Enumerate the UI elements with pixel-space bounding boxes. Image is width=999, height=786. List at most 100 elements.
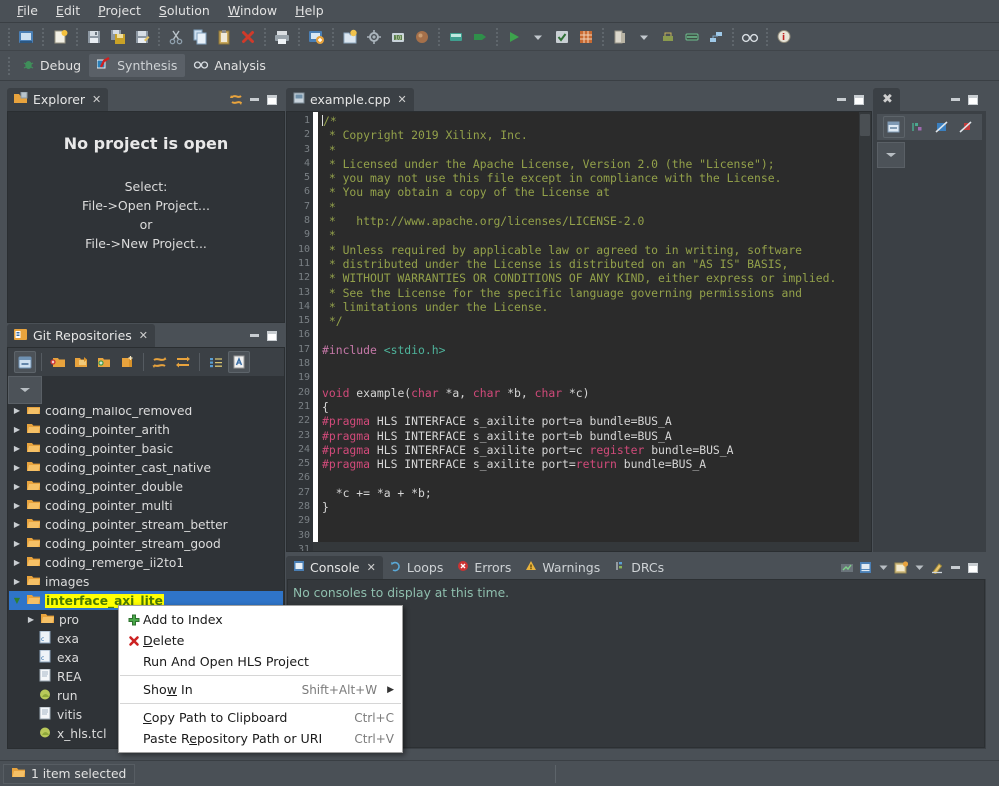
expand-arrow-icon[interactable]: ▶: [11, 520, 23, 529]
code-line[interactable]: * See the License for the specific langu…: [322, 286, 871, 300]
code-line[interactable]: * limitations under the License.: [322, 300, 871, 314]
tree-item[interactable]: ▶ coding_pointer_stream_good: [9, 534, 283, 553]
open-console-dropdown-icon[interactable]: [911, 560, 927, 576]
open-project-icon[interactable]: [15, 26, 37, 48]
save-icon[interactable]: [83, 26, 105, 48]
code-line[interactable]: [322, 514, 871, 528]
switch-to-staging-icon[interactable]: [228, 351, 250, 373]
perspective-dropdown-icon[interactable]: [633, 26, 655, 48]
close-icon[interactable]: ✕: [367, 561, 376, 574]
maximize-icon[interactable]: [965, 560, 981, 576]
code-editor[interactable]: 1234567891011121314151617181920212223242…: [287, 112, 871, 551]
paste-icon[interactable]: [213, 26, 235, 48]
outline-filter-icon[interactable]: [907, 116, 929, 138]
view-menu-icon[interactable]: [877, 142, 905, 168]
info-icon[interactable]: i: [773, 26, 795, 48]
menu-solution[interactable]: Solution: [150, 1, 219, 21]
delete-icon[interactable]: [237, 26, 259, 48]
tab-explorer[interactable]: Explorer ✕: [7, 88, 108, 111]
code-line[interactable]: #pragma HLS INTERFACE s_axilite port=c r…: [322, 443, 871, 457]
link-with-selection-icon[interactable]: [205, 351, 227, 373]
tab-example-cpp[interactable]: example.cpp ✕: [286, 88, 414, 111]
code-line[interactable]: *: [322, 200, 871, 214]
close-x-icon[interactable]: ✖: [882, 92, 893, 107]
editor-horizontal-scrollbar[interactable]: [313, 542, 859, 551]
expand-arrow-icon[interactable]: ▶: [11, 425, 23, 434]
perspective-debug[interactable]: Debug: [14, 55, 89, 77]
save-all-icon[interactable]: [107, 26, 129, 48]
code-line[interactable]: void example(char *a, char *b, char *c): [322, 386, 871, 400]
expand-arrow-icon[interactable]: ▶: [11, 407, 23, 415]
pin-console-icon[interactable]: [857, 560, 873, 576]
tree-item[interactable]: ▶ coding_pointer_arith: [9, 420, 283, 439]
code-line[interactable]: /*: [322, 114, 871, 128]
create-repository-icon[interactable]: [93, 351, 115, 373]
link-with-editor-icon[interactable]: [228, 92, 244, 108]
perspective-icon[interactable]: [609, 26, 631, 48]
run-dropdown-icon[interactable]: [527, 26, 549, 48]
scrollbar-thumb[interactable]: [860, 114, 870, 136]
code-line[interactable]: [322, 529, 871, 543]
code-line[interactable]: *: [322, 143, 871, 157]
code-line[interactable]: * Licensed under the Apache License, Ver…: [322, 157, 871, 171]
tab-drcs[interactable]: DRCs: [607, 556, 671, 579]
close-icon[interactable]: ✕: [92, 93, 101, 106]
c-synthesis-icon[interactable]: [411, 26, 433, 48]
source-code[interactable]: /* * Copyright 2019 Xilinx, Inc. * * Lic…: [318, 112, 871, 551]
maximize-icon[interactable]: [965, 92, 981, 108]
close-icon[interactable]: ✕: [398, 93, 407, 106]
fetch-icon[interactable]: [149, 351, 171, 373]
menu-file[interactable]: FFileile: [8, 1, 47, 21]
tree-item[interactable]: ▶ coding_pointer_stream_better: [9, 515, 283, 534]
outline-sort-icon[interactable]: [883, 116, 905, 138]
code-line[interactable]: */: [322, 314, 871, 328]
code-line[interactable]: *c += *a + *b;: [322, 486, 871, 500]
tab-loops[interactable]: Loops: [383, 556, 451, 579]
menu-project[interactable]: Project: [89, 1, 150, 21]
scroll-lock-icon[interactable]: [839, 560, 855, 576]
code-line[interactable]: [322, 471, 871, 485]
code-line[interactable]: * WITHOUT WARRANTIES OR CONDITIONS OF AN…: [322, 271, 871, 285]
tab-outline[interactable]: ✖: [873, 88, 900, 111]
code-line[interactable]: * http://www.apache.org/licenses/LICENSE…: [322, 214, 871, 228]
code-line[interactable]: [322, 328, 871, 342]
export-rtl-icon[interactable]: [469, 26, 491, 48]
minimize-icon[interactable]: [947, 560, 963, 576]
close-icon[interactable]: ✕: [139, 329, 148, 342]
minimize-icon[interactable]: [947, 92, 963, 108]
code-line[interactable]: * distributed under the License is distr…: [322, 257, 871, 271]
schedule-icon[interactable]: [681, 26, 703, 48]
menu-edit[interactable]: Edit: [47, 1, 89, 21]
tree-item[interactable]: ▶ coding_pointer_basic: [9, 439, 283, 458]
open-console-icon[interactable]: [893, 560, 909, 576]
menu-window[interactable]: Window: [219, 1, 286, 21]
tree-item[interactable]: ▶ coding_pointer_double: [9, 477, 283, 496]
context-menu-item-copy-path-to-clipboard[interactable]: Copy Path to Clipboard Ctrl+C: [119, 707, 402, 728]
context-menu-item-run-and-open-hls-project[interactable]: Run And Open HLS Project: [119, 651, 402, 672]
new-solution-icon[interactable]: [305, 26, 327, 48]
maximize-icon[interactable]: [264, 328, 280, 344]
expand-arrow-icon[interactable]: ▶: [11, 539, 23, 548]
code-line[interactable]: #pragma HLS INTERFACE s_axilite port=a b…: [322, 414, 871, 428]
solution-settings-icon[interactable]: [363, 26, 385, 48]
hide-static-icon[interactable]: [955, 116, 977, 138]
code-line[interactable]: [322, 357, 871, 371]
expand-arrow-icon[interactable]: ▶: [11, 444, 23, 453]
project-settings-icon[interactable]: [339, 26, 361, 48]
new-file-icon[interactable]: [49, 26, 71, 48]
tab-warnings[interactable]: Warnings: [518, 556, 607, 579]
new-remote-icon[interactable]: [116, 351, 138, 373]
c-simulation-icon[interactable]: 101: [387, 26, 409, 48]
collapse-all-icon[interactable]: [14, 351, 36, 373]
perspective-synthesis[interactable]: Synthesis: [89, 54, 185, 77]
save-as-icon[interactable]: [131, 26, 153, 48]
tree-item[interactable]: ▶ coding_remerge_ii2to1: [9, 553, 283, 572]
code-line[interactable]: * you may not use this file except in co…: [322, 171, 871, 185]
clone-repository-icon[interactable]: [47, 351, 69, 373]
collapse-arrow-icon[interactable]: ▼: [11, 596, 23, 605]
maximize-icon[interactable]: [264, 92, 280, 108]
dataflow-icon[interactable]: [705, 26, 727, 48]
code-line[interactable]: #pragma HLS INTERFACE s_axilite port=b b…: [322, 429, 871, 443]
code-line[interactable]: {: [322, 400, 871, 414]
run-icon[interactable]: [503, 26, 525, 48]
